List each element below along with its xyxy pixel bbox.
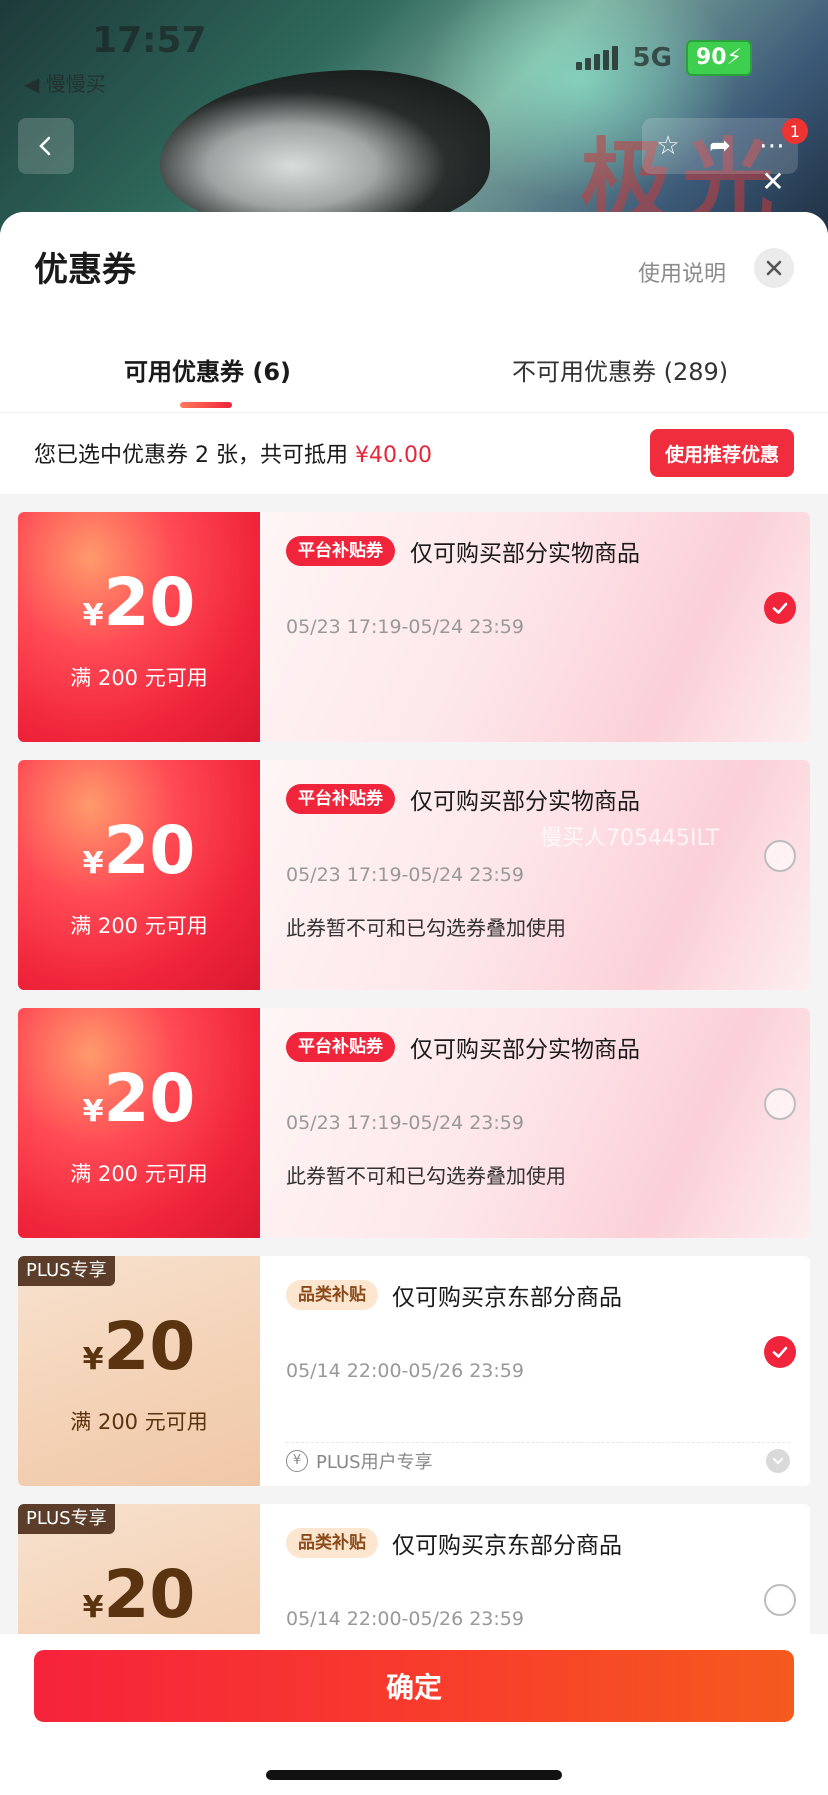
status-indicators: 5G 90⚡ — [576, 40, 752, 76]
coupon-validity: 05/14 22:00-05/26 23:59 — [286, 1360, 524, 1382]
coupon-threshold: 满 200 元可用 — [70, 666, 208, 690]
close-button[interactable] — [754, 248, 794, 288]
currency-symbol: ¥ — [82, 846, 104, 881]
coupon-validity: 05/23 17:19-05/24 23:59 — [286, 864, 524, 886]
coupon-sheet: 优惠券 使用说明 可用优惠券 (6) 不可用优惠券 (289) 您已选中优惠券 … — [0, 212, 828, 1795]
currency-symbol: ¥ — [82, 1094, 104, 1129]
coupon-validity: 05/23 17:19-05/24 23:59 — [286, 1112, 524, 1134]
summary-text: 您已选中优惠券 2 张，共可抵用 ¥40.00 — [34, 437, 432, 469]
chevron-left-icon — [39, 136, 51, 156]
product-image — [160, 70, 490, 230]
usage-instructions-link[interactable]: 使用说明 — [638, 256, 726, 288]
coupon-value-panel: PLUS专享 ¥20 满 200 元可用 — [18, 1256, 260, 1486]
coupon-description: 仅可购买部分实物商品 — [410, 1037, 640, 1063]
battery-level: 90 — [695, 45, 727, 70]
star-icon[interactable]: ☆ — [652, 130, 684, 162]
coupon-checkbox-unchecked[interactable] — [764, 1088, 796, 1120]
coupon-stacking-note: 此券暂不可和已勾选券叠加使用 — [286, 1164, 566, 1188]
coupon-threshold: 满 200 元可用 — [70, 1410, 208, 1434]
amount-value: 20 — [103, 1060, 196, 1137]
coupon-amount: ¥20 — [18, 1308, 260, 1385]
coupon-value-panel: ¥20 满 200 元可用 — [18, 760, 260, 990]
plus-user-footer[interactable]: ¥ PLUS用户专享 — [286, 1442, 790, 1478]
coupon-tag: 平台补贴券 — [286, 784, 395, 814]
network-label: 5G — [632, 43, 672, 73]
currency-symbol: ¥ — [82, 1342, 104, 1377]
coupon-tag: 品类补贴 — [286, 1280, 378, 1310]
summary-amount: ¥40.00 — [354, 443, 432, 468]
coupon-card[interactable]: PLUS专享 ¥20 满 200 元可用 品类补贴 仅可购买京东部分商品 05/… — [18, 1256, 810, 1486]
signal-icon — [576, 46, 619, 70]
coupon-checkbox-unchecked[interactable] — [764, 840, 796, 872]
coupon-tag: 平台补贴券 — [286, 536, 395, 566]
coupon-value-panel: ¥20 满 200 元可用 — [18, 512, 260, 742]
confirm-button[interactable]: 确定 — [34, 1650, 794, 1722]
share-icon[interactable]: ➦ — [704, 130, 736, 162]
coupon-detail: 平台补贴券 仅可购买部分实物商品 05/23 17:19-05/24 23:59 — [260, 512, 810, 742]
back-button[interactable] — [18, 118, 74, 174]
plus-exclusive-badge: PLUS专享 — [18, 1256, 115, 1286]
chevron-down-icon[interactable] — [766, 1449, 790, 1473]
tab-available[interactable]: 可用优惠券 (6) — [124, 352, 291, 387]
coupon-amount: ¥20 — [18, 1060, 260, 1137]
coupon-card[interactable]: ¥20 满 200 元可用 平台补贴券 仅可购买部分实物商品 05/23 17:… — [18, 512, 810, 742]
coupon-amount: ¥20 — [18, 812, 260, 889]
banner-close-icon[interactable]: ✕ — [758, 165, 788, 198]
coupon-detail: 平台补贴券 仅可购买部分实物商品 05/23 17:19-05/24 23:59… — [260, 1008, 810, 1238]
coupon-tag: 品类补贴 — [286, 1528, 378, 1558]
sheet-header: 优惠券 使用说明 可用优惠券 (6) 不可用优惠券 (289) — [0, 212, 828, 412]
coupon-amount: ¥20 — [18, 564, 260, 641]
coupon-amount: ¥20 — [18, 1556, 260, 1633]
yen-circle-icon: ¥ — [286, 1449, 308, 1472]
coupon-threshold: 满 200 元可用 — [70, 914, 208, 938]
amount-value: 20 — [103, 1308, 196, 1385]
coupon-checkbox-checked[interactable] — [764, 1336, 796, 1368]
use-recommended-button[interactable]: 使用推荐优惠 — [650, 429, 794, 477]
checkmark-icon — [772, 1346, 788, 1358]
coupon-list: ¥20 满 200 元可用 平台补贴券 仅可购买部分实物商品 05/23 17:… — [0, 494, 828, 1734]
coupon-validity: 05/23 17:19-05/24 23:59 — [286, 616, 524, 638]
coupon-detail: 平台补贴券 仅可购买部分实物商品 05/23 17:19-05/24 23:59… — [260, 760, 810, 990]
coupon-detail: 品类补贴 仅可购买京东部分商品 05/14 22:00-05/26 23:59 … — [260, 1256, 810, 1486]
status-time: 17:57 — [92, 20, 207, 61]
coupon-value-panel: ¥20 满 200 元可用 — [18, 1008, 260, 1238]
coupon-description: 仅可购买京东部分商品 — [392, 1533, 622, 1559]
coupon-card[interactable]: ¥20 满 200 元可用 平台补贴券 仅可购买部分实物商品 05/23 17:… — [18, 1008, 810, 1238]
coupon-threshold: 满 200 元可用 — [70, 1162, 208, 1186]
notification-badge: 1 — [782, 118, 808, 144]
coupon-stacking-note: 此券暂不可和已勾选券叠加使用 — [286, 916, 566, 940]
coupon-checkbox-unchecked[interactable] — [764, 1584, 796, 1616]
currency-symbol: ¥ — [82, 598, 104, 633]
active-tab-indicator — [180, 402, 232, 408]
coupon-description: 仅可购买部分实物商品 — [410, 789, 640, 815]
coupon-description: 仅可购买部分实物商品 — [410, 541, 640, 567]
tab-unavailable[interactable]: 不可用优惠券 (289) — [512, 352, 728, 387]
home-indicator — [266, 1770, 562, 1780]
selection-summary: 您已选中优惠券 2 张，共可抵用 ¥40.00 使用推荐优惠 — [0, 412, 828, 494]
summary-prefix: 您已选中优惠券 2 张，共可抵用 — [34, 443, 355, 468]
coupon-tabs: 可用优惠券 (6) 不可用优惠券 (289) — [0, 352, 828, 412]
watermark: 慢买人705445ILT — [540, 826, 720, 851]
status-back-app[interactable]: ◀ 慢慢买 — [24, 68, 106, 97]
coupon-validity: 05/14 22:00-05/26 23:59 — [286, 1608, 524, 1630]
coupon-checkbox-checked[interactable] — [764, 592, 796, 624]
plus-footer-text: PLUS用户专享 — [316, 1451, 433, 1473]
coupon-description: 仅可购买京东部分商品 — [392, 1285, 622, 1311]
coupon-tag: 平台补贴券 — [286, 1032, 395, 1062]
bottom-action-bar: 确定 — [0, 1634, 828, 1795]
amount-value: 20 — [103, 1556, 196, 1633]
coupon-card[interactable]: ¥20 满 200 元可用 平台补贴券 仅可购买部分实物商品 05/23 17:… — [18, 760, 810, 990]
close-icon — [766, 260, 782, 276]
battery-icon: 90⚡ — [685, 40, 752, 76]
sheet-title: 优惠券 — [34, 250, 136, 290]
plus-exclusive-badge: PLUS专享 — [18, 1504, 115, 1534]
amount-value: 20 — [103, 812, 196, 889]
checkmark-icon — [772, 602, 788, 614]
currency-symbol: ¥ — [82, 1590, 104, 1625]
amount-value: 20 — [103, 564, 196, 641]
